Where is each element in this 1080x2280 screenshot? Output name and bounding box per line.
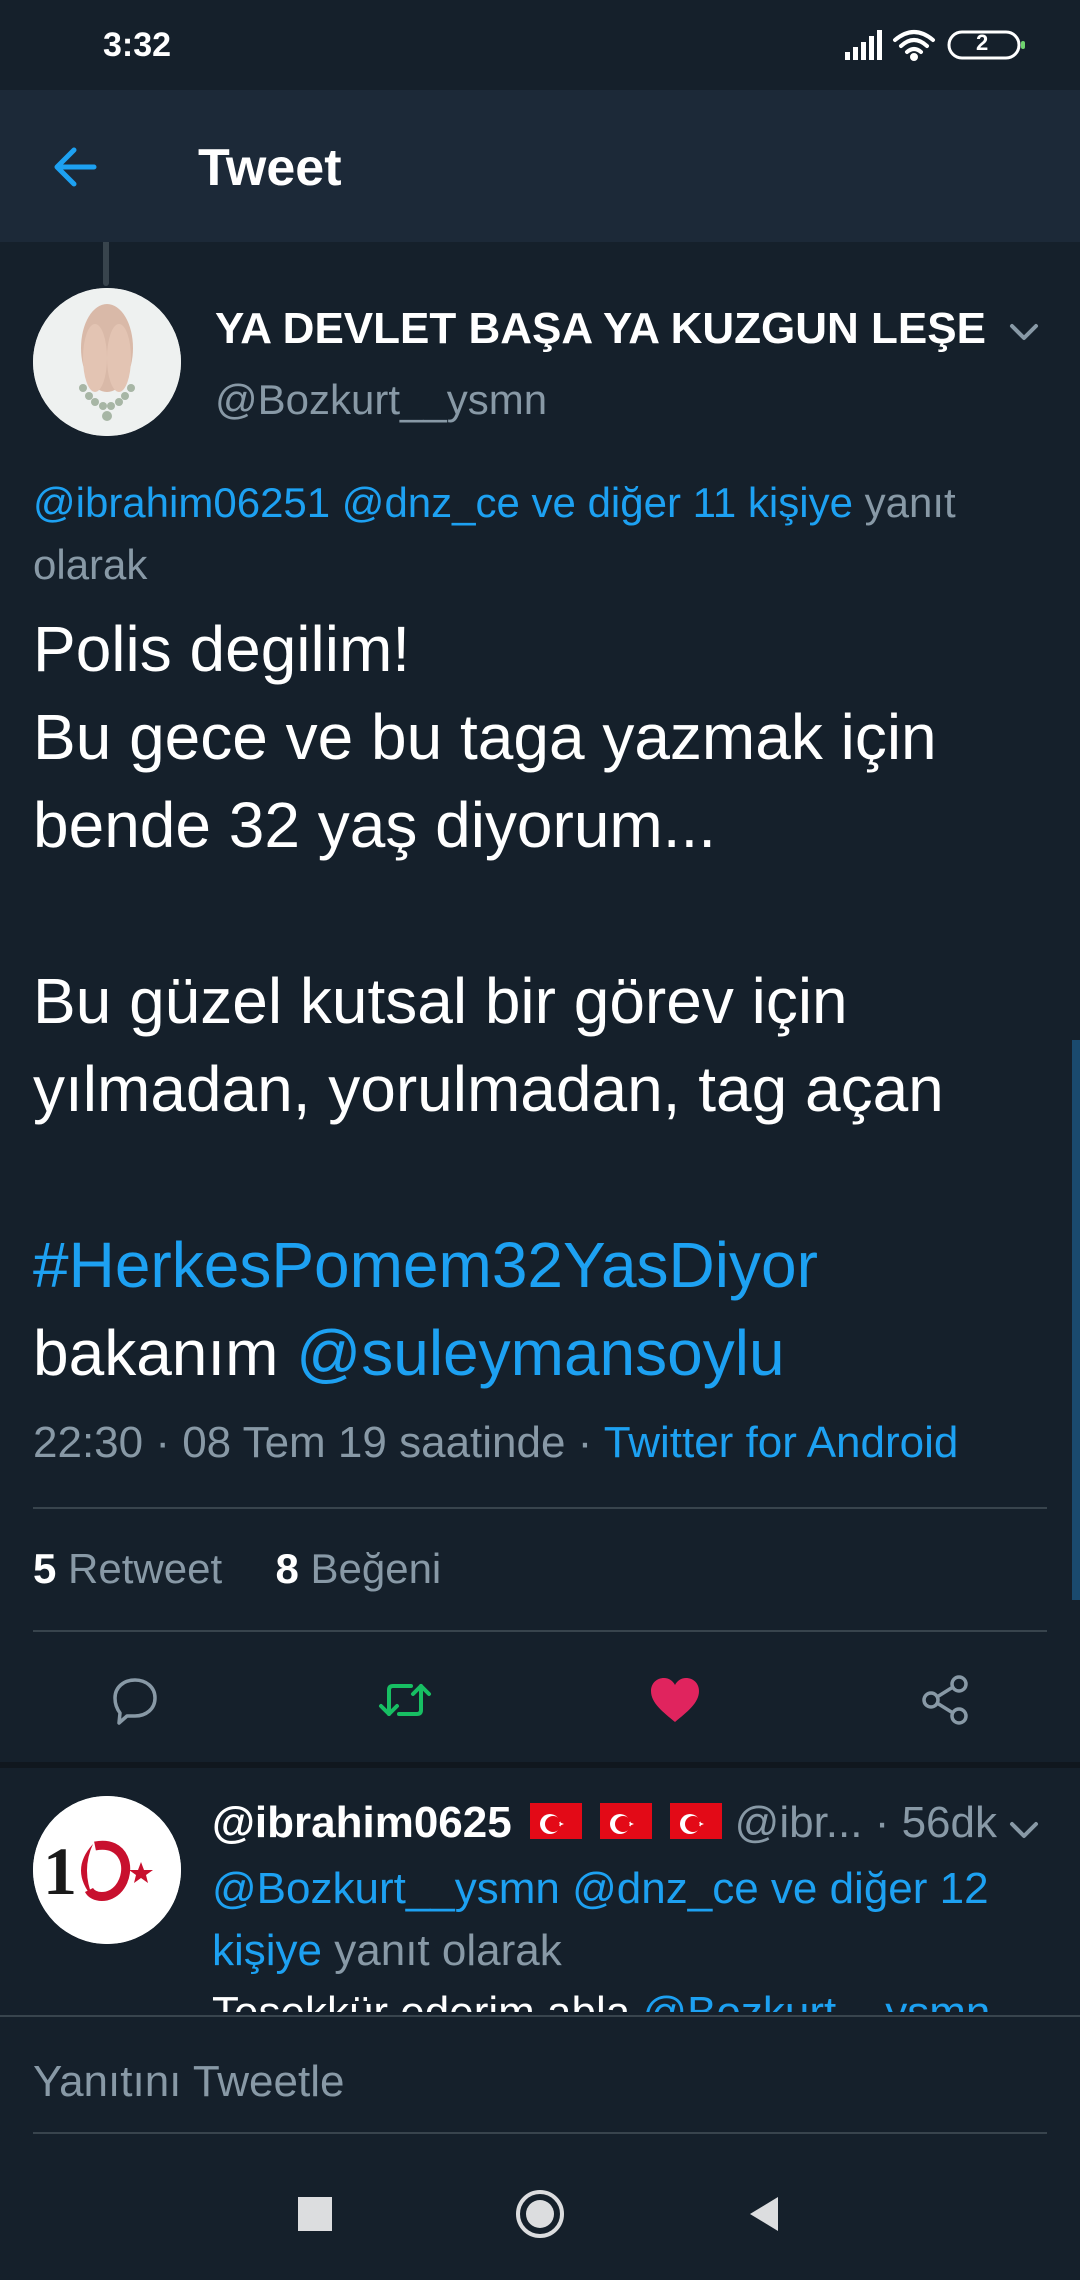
tweet-line: bende 32 yaş diyorum...: [33, 789, 717, 861]
status-bar: 3:32 2: [0, 0, 1080, 90]
like-label: Beğeni: [310, 1545, 442, 1592]
reply-display-name[interactable]: @ibrahim0625: [212, 1798, 512, 1847]
triangle-back-icon: [750, 2197, 778, 2231]
turkey-flag-icon: [529, 1803, 582, 1840]
divider: [33, 1630, 1047, 1632]
page-title: Tweet: [198, 139, 342, 197]
reply-to-mentions[interactable]: @Bozkurt__ysmn @dnz_ce ve diğer 12 kişiy…: [212, 1864, 989, 1975]
avatar[interactable]: [33, 288, 181, 436]
battery-level: 2: [976, 30, 989, 55]
reply-to-mentions[interactable]: @ibrahim06251 @dnz_ce ve diğer 11 kişiye: [33, 479, 853, 526]
username[interactable]: @Bozkurt__ysmn: [215, 376, 547, 424]
like-count: 8: [275, 1545, 299, 1592]
reply-button[interactable]: [105, 1670, 165, 1730]
replying-to: @ibrahim06251 @dnz_ce ve diğer 11 kişiye…: [33, 472, 1053, 596]
reply-composer: Yanıtını Tweetle: [0, 2015, 1080, 2147]
status-time: 3:32: [103, 26, 172, 64]
reply-options-button[interactable]: [1002, 1808, 1046, 1852]
recents-button[interactable]: [288, 2187, 342, 2241]
back-button[interactable]: [42, 132, 112, 202]
tweet-stats: 5 Retweet 8 Beğeni: [33, 1545, 441, 1593]
tweet-actions: [0, 1640, 1080, 1750]
back-nav-button[interactable]: [738, 2187, 792, 2241]
scrollbar[interactable]: [1072, 1040, 1080, 1600]
tweet-meta: 22:30 · 08 Tem 19 saatinde · Twitter for…: [33, 1418, 1053, 1468]
arrow-left-icon: [54, 147, 97, 187]
tweet-text: Polis degilim! Bu gece ve bu taga yazmak…: [33, 605, 1053, 1397]
turkey-flag-icon: [670, 1803, 723, 1840]
thread-connector-line: [103, 242, 109, 286]
retweets-stat[interactable]: 5 Retweet: [33, 1545, 222, 1592]
reply-time: · 56dk: [874, 1798, 997, 1847]
retweet-button[interactable]: [375, 1670, 435, 1730]
reply-avatar[interactable]: 1: [33, 1796, 181, 1944]
reply-text: Teşekkür ederim abla: [212, 1988, 642, 2012]
retweet-count: 5: [33, 1545, 57, 1592]
source-link[interactable]: Twitter for Android: [604, 1418, 959, 1467]
turkey-flag-icon: [600, 1803, 653, 1840]
tweet-line: yılmadan, yorulmadan, tag açan: [33, 1053, 944, 1125]
status-icons: 2: [845, 26, 1035, 66]
tweet-line: Polis degilim!: [33, 613, 411, 685]
circle-icon: [516, 2190, 564, 2238]
square-icon: [298, 2197, 332, 2231]
reply-header: @ibrahim0625 @ibr... · 56dk: [212, 1798, 1012, 1848]
share-icon: [922, 1675, 968, 1725]
hashtag-link[interactable]: #HerkesPomem32YasDiyor: [33, 1221, 1053, 1309]
comment-icon: [113, 1678, 157, 1725]
signal-icon: [845, 30, 882, 60]
timestamp: 22:30 · 08 Tem 19 saatinde ·: [33, 1418, 604, 1467]
like-button[interactable]: [645, 1670, 705, 1730]
mention-link[interactable]: @suleymansoylu: [296, 1317, 784, 1389]
system-nav-bar: [0, 2147, 1080, 2280]
retweet-icon: [379, 1684, 431, 1716]
divider: [33, 1507, 1047, 1509]
reply-mention-link[interactable]: @Bozkurt__ysmn: [642, 1988, 990, 2012]
wifi-icon: [893, 30, 935, 61]
svg-text:1: 1: [43, 1833, 77, 1909]
display-name[interactable]: YA DEVLET BAŞA YA KUZGUN LEŞE: [215, 304, 986, 354]
chevron-down-icon: [1010, 324, 1038, 340]
reply-replying-to: @Bozkurt__ysmn @dnz_ce ve diğer 12 kişiy…: [212, 1858, 1032, 1982]
app-bar: Tweet: [0, 90, 1080, 242]
tweet-line-prefix: bakanım: [33, 1317, 279, 1389]
reply-to-suffix: yanıt olarak: [334, 1926, 562, 1975]
retweet-label: Retweet: [68, 1545, 223, 1592]
input-underline: [33, 2132, 1047, 2134]
reply-input[interactable]: Yanıtını Tweetle: [33, 2057, 344, 2107]
chevron-down-icon: [1010, 1822, 1038, 1838]
section-separator: [0, 1762, 1080, 1768]
share-button[interactable]: [915, 1670, 975, 1730]
home-button[interactable]: [513, 2187, 567, 2241]
tweet-line: Bu gece ve bu taga yazmak için: [33, 701, 937, 773]
tweet-options-button[interactable]: [1002, 310, 1046, 354]
heart-icon: [651, 1678, 699, 1722]
tweet-line: bakanım @suleymansoylu: [33, 1309, 1053, 1397]
tweet-line: Bu güzel kutsal bir görev için: [33, 965, 848, 1037]
reply-text-preview: Teşekkür ederim abla @Bozkurt__ysmn: [212, 1982, 1072, 2012]
reply-handle[interactable]: @ibr...: [735, 1798, 863, 1847]
likes-stat[interactable]: 8 Beğeni: [275, 1545, 441, 1592]
